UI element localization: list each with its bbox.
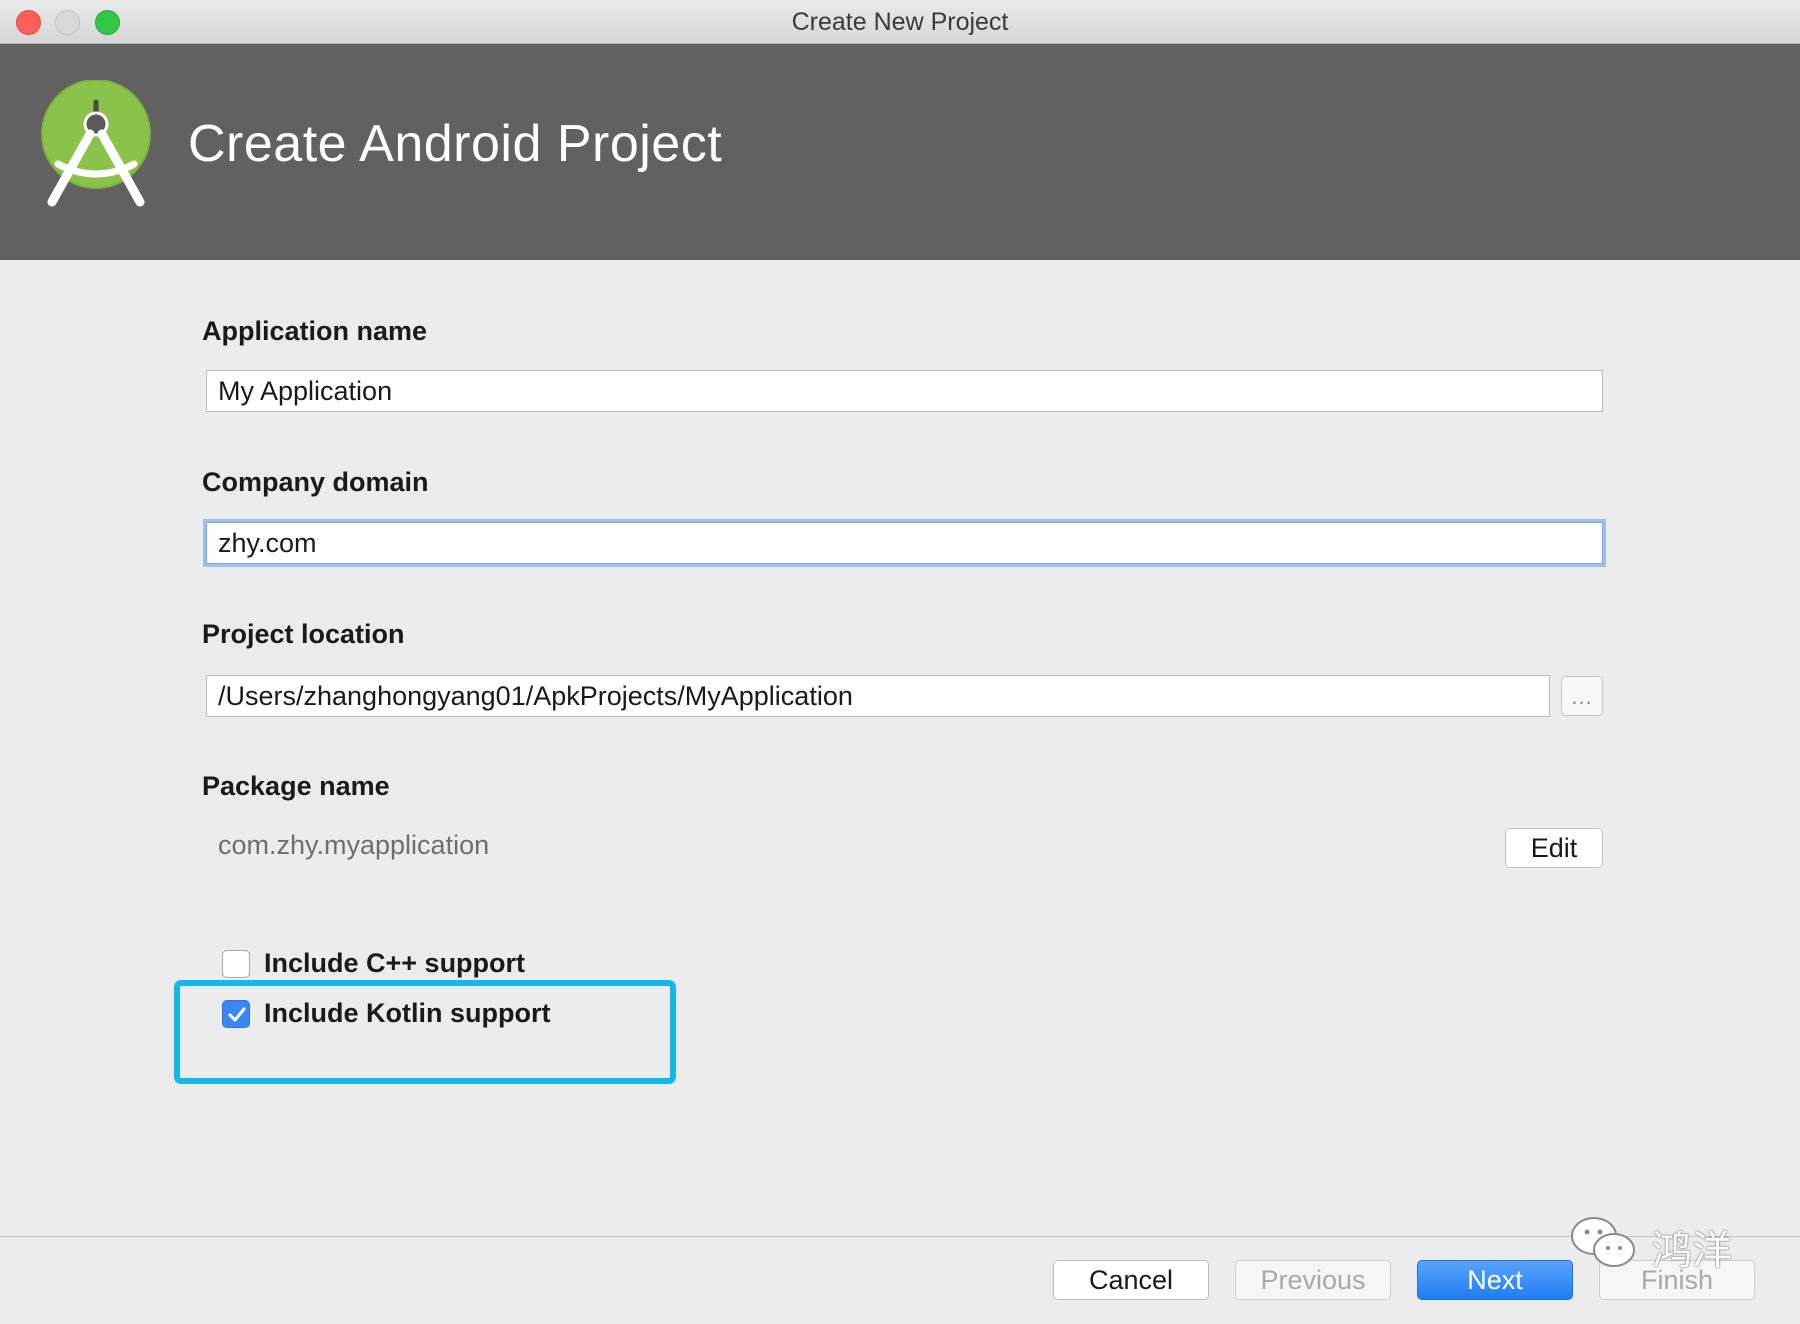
kotlin-highlight-annotation [174,980,676,1084]
window-titlebar: Create New Project [0,0,1800,44]
company-domain-input[interactable] [206,522,1603,564]
previous-button[interactable]: Previous [1235,1260,1391,1300]
footer-divider [0,1236,1800,1237]
next-button[interactable]: Next [1417,1260,1573,1300]
browse-location-button[interactable]: ... [1561,676,1603,716]
package-name-label: Package name [202,771,390,801]
company-domain-label: Company domain [202,467,429,497]
wizard-header: Create Android Project [0,44,1800,260]
project-location-label: Project location [202,619,405,649]
edit-package-button[interactable]: Edit [1505,828,1603,868]
package-name-value: com.zhy.myapplication [218,830,490,860]
application-name-label: Application name [202,316,428,346]
watermark-text: 鸿洋 [1652,1229,1732,1273]
cpp-support-checkbox[interactable] [222,950,250,978]
android-studio-logo-icon [41,80,151,207]
cpp-support-label[interactable]: Include C++ support [264,948,525,979]
page-title: Create Android Project [188,115,723,173]
window-title: Create New Project [791,8,1009,36]
application-name-input[interactable] [206,370,1603,412]
project-location-input[interactable] [206,675,1550,717]
cancel-button[interactable]: Cancel [1053,1260,1209,1300]
